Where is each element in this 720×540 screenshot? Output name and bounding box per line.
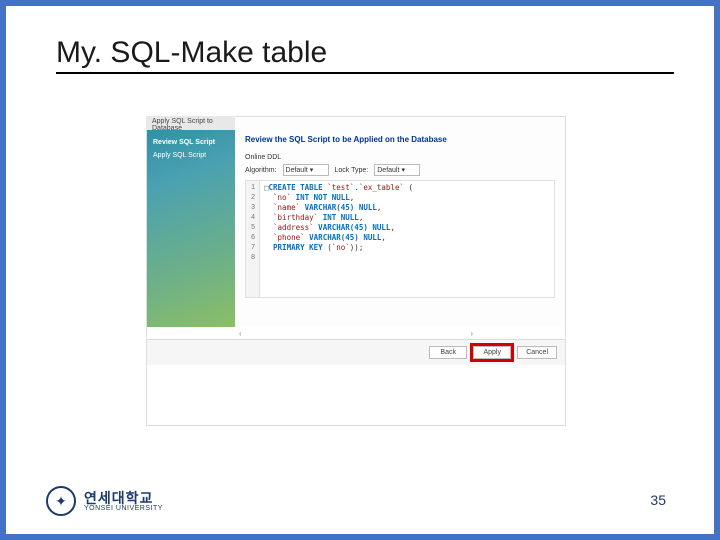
mysql-workbench-dialog: Apply SQL Script to Database Review SQL … [146, 116, 566, 426]
online-ddl-label: Online DDL [245, 154, 555, 161]
algorithm-select[interactable]: Default ▾ [283, 164, 329, 176]
scroll-right-icon[interactable]: › [470, 329, 473, 338]
logo-text-en: YONSEI UNIVERSITY [84, 505, 163, 512]
dialog-footer: Back Apply Cancel [147, 339, 565, 365]
apply-button[interactable]: Apply [473, 346, 511, 359]
algorithm-value: Default [286, 167, 308, 174]
lock-type-value: Default [377, 167, 399, 174]
algorithm-label: Algorithm: [245, 167, 277, 174]
options-row: Algorithm: Default ▾ Lock Type: Default … [245, 164, 555, 176]
line-number: 4 [248, 213, 255, 223]
sidebar-step-review: Review SQL Script [153, 139, 229, 146]
dialog-main-panel: Review the SQL Script to be Applied on t… [235, 117, 565, 327]
line-number: 5 [248, 223, 255, 233]
slide-title: My. SQL-Make table [56, 36, 674, 74]
dialog-body: Apply SQL Script to Database Review SQL … [147, 117, 565, 327]
cancel-button[interactable]: Cancel [517, 346, 557, 359]
dialog-sidebar: Apply SQL Script to Database Review SQL … [147, 117, 235, 327]
line-number: 3 [248, 203, 255, 213]
line-number: 2 [248, 193, 255, 203]
back-button[interactable]: Back [429, 346, 467, 359]
logo-text-ko: 연세대학교 [84, 491, 163, 505]
page-number: 35 [650, 492, 666, 508]
shield-icon: ✦ [46, 486, 76, 516]
lock-type-select[interactable]: Default ▾ [374, 164, 420, 176]
chevron-down-icon: ▾ [401, 166, 405, 174]
sql-editor[interactable]: 1 2 3 4 5 6 7 8 □CREATE TABLE `test`.`ex… [245, 180, 555, 298]
panel-title: Review the SQL Script to be Applied on t… [245, 135, 555, 144]
university-logo: ✦ 연세대학교 YONSEI UNIVERSITY [46, 486, 163, 516]
line-number: 6 [248, 233, 255, 243]
line-number-gutter: 1 2 3 4 5 6 7 8 [246, 181, 260, 297]
sidebar-step-apply: Apply SQL Script [153, 152, 229, 159]
scroll-left-icon[interactable]: ‹ [239, 329, 242, 338]
line-number: 8 [248, 253, 255, 263]
dialog-window-title: Apply SQL Script to Database [146, 116, 236, 130]
lock-type-label: Lock Type: [335, 167, 369, 174]
line-number: 1 [248, 183, 255, 193]
line-number: 7 [248, 243, 255, 253]
chevron-down-icon: ▾ [310, 166, 314, 174]
sql-code[interactable]: □CREATE TABLE `test`.`ex_table` ( `no` I… [260, 181, 417, 297]
horizontal-scrollbar[interactable]: ‹ › [147, 327, 565, 339]
